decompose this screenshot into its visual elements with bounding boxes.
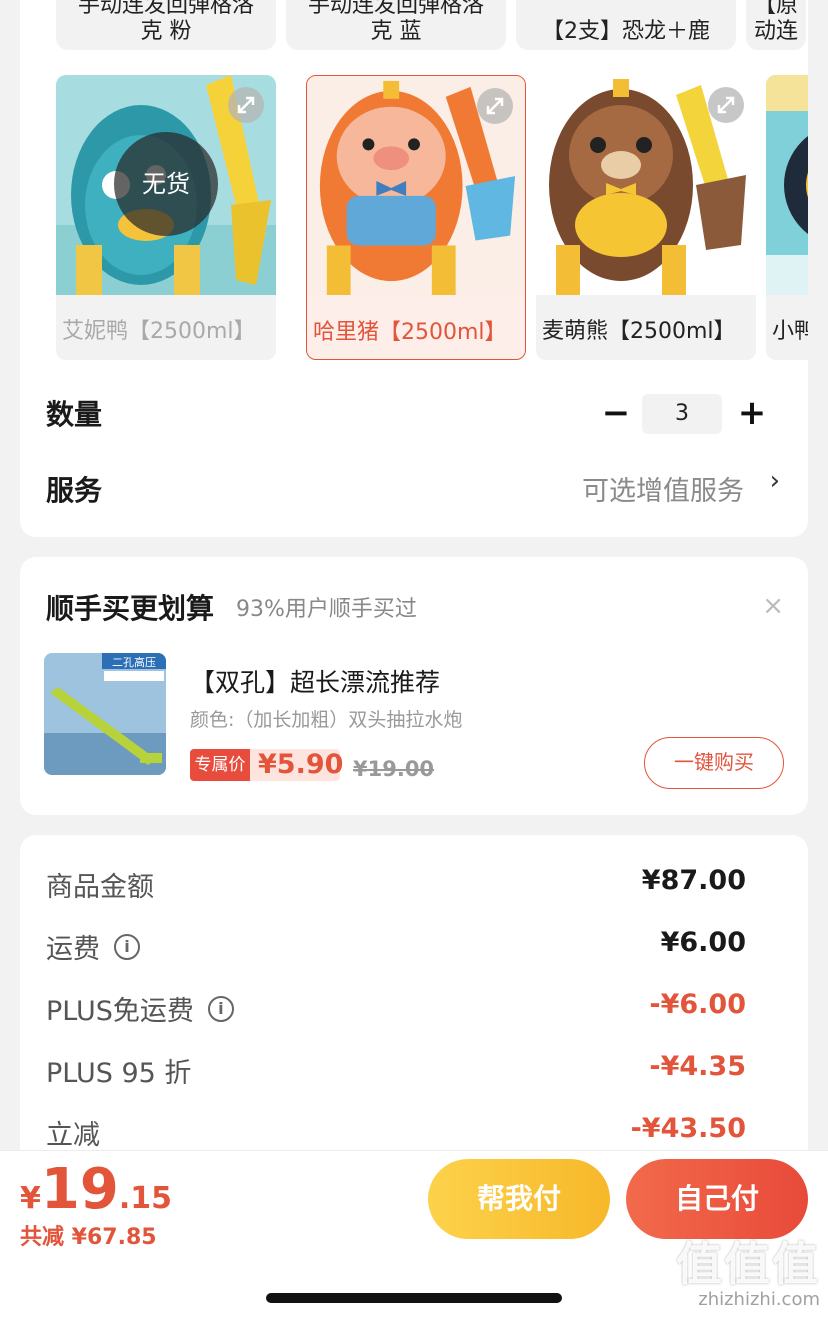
summary-row-shipping: 运费 i ¥6.00 [20,927,808,967]
summary-row-instant-off: 立减 -¥43.50 [20,1113,808,1153]
summary-label: 商品金额 [46,872,154,903]
watermark: 值值值 zhizhizhi.com [676,1238,820,1310]
expand-icon[interactable] [708,87,744,123]
summary-value: -¥4.35 [649,1051,746,1082]
top-chip-row: 手动连发回弹格洛 克 粉 手动连发回弹格洛 克 蓝 【2支】恐龙＋鹿 【原 动连 [56,0,808,50]
summary-row-plus-discount: PLUS 95 折 -¥4.35 [20,1051,808,1091]
summary-value: ¥87.00 [641,865,746,896]
chip-label-line2: 克 蓝 [370,19,422,44]
summary-row-goods: 商品金额 ¥87.00 [20,865,808,905]
help-me-pay-button[interactable]: 帮我付 [428,1159,610,1239]
variant-label: 艾妮鸭【2500ml】 [62,319,256,344]
upsell-product-name[interactable]: 【双孔】超长漂流推荐 [190,663,440,699]
chip-label-line1: 【原 [754,0,799,18]
chip-label-line2: 【2支】恐龙＋鹿 [542,19,710,44]
pay-myself-button[interactable]: 自己付 [626,1159,808,1239]
chip-label-line1: 手动连发回弹格洛 [77,0,254,18]
total-decimal: .15 [118,1181,172,1216]
chip-label-line1: 手动连发回弹格洛 [307,0,484,18]
upsell-title: 顺手买更划算 [46,592,215,625]
variant-list: 无货 艾妮鸭【2500ml】 哈里猪【2500ml】 麦萌熊【2500ml】 小… [56,75,808,360]
variant-item-little-duck[interactable]: 小鸭子 [766,75,808,360]
watermark-url: zhizhizhi.com [698,1289,820,1310]
upsell-product-variant: 颜色:（加长加粗）双头抽拉水炮 [190,709,463,731]
total-price: ¥19.15 [20,1157,172,1222]
variant-chip-pink[interactable]: 手动连发回弹格洛 克 粉 [56,0,276,50]
little-duck-backpack-image [766,75,808,295]
info-icon[interactable]: i [207,995,234,1022]
one-click-buy-button[interactable]: 一键购买 [644,737,784,789]
upsell-original-price: ¥19.00 [353,757,435,781]
upsell-product-image[interactable]: 二孔高压 [44,653,166,775]
variant-item-pig[interactable]: 哈里猪【2500ml】 [306,75,526,360]
upsell-price: ¥5.90 [258,749,344,780]
variant-label: 哈里猪【2500ml】 [313,320,507,345]
variant-label: 小鸭子 [772,319,808,344]
info-icon[interactable]: i [114,933,140,960]
expand-icon[interactable] [477,88,513,124]
summary-value: -¥6.00 [649,989,746,1020]
watermark-logo-text: 值值值 [676,1237,820,1291]
close-icon[interactable]: × [762,593,784,619]
chip-label-line2: 克 粉 [140,19,192,44]
service-label: 服务 [46,474,103,507]
variant-chip-dino-deer[interactable]: 【2支】恐龙＋鹿 [516,0,736,50]
variant-item-duck[interactable]: 无货 艾妮鸭【2500ml】 [56,75,276,360]
summary-label: 运费 i [46,927,140,966]
thumb-banner-text: 二孔高压 [112,655,156,669]
summary-label: PLUS 95 折 [46,1058,192,1089]
quantity-stepper: − 3 + [598,394,770,434]
upsell-price-box: 专属价 ¥5.90 [190,749,344,781]
variant-chip-blue[interactable]: 手动连发回弹格洛 克 蓝 [286,0,506,50]
chip-label-line2: 动连 [754,19,799,44]
currency-symbol: ¥ [20,1181,41,1216]
quantity-label: 数量 [46,398,103,431]
total-saved: 共减 ¥67.85 [20,1225,157,1250]
variant-label: 麦萌熊【2500ml】 [542,319,736,344]
variant-chip-original[interactable]: 【原 动连 [746,0,806,50]
summary-value: -¥43.50 [630,1113,746,1144]
variant-item-bear[interactable]: 麦萌熊【2500ml】 [536,75,756,360]
chevron-right-icon[interactable]: › [770,466,780,496]
summary-label: PLUS免运费 i [46,989,234,1028]
water-gun-thumbnail: 二孔高压 [44,653,166,775]
soldout-badge: 无货 [114,132,218,236]
spec-card: 手动连发回弹格洛 克 粉 手动连发回弹格洛 克 蓝 【2支】恐龙＋鹿 【原 动连 [20,0,808,537]
summary-row-plus-free-shipping: PLUS免运费 i -¥6.00 [20,989,808,1029]
summary-label: 立减 [46,1120,100,1151]
upsell-card: 顺手买更划算 93%用户顺手买过 × 二孔高压 【双孔】超长漂流推荐 颜色:（加… [20,557,808,815]
service-value-link[interactable]: 可选增值服务 [582,469,744,508]
expand-icon[interactable] [228,87,264,123]
exclusive-price-tag: 专属价 [190,749,250,781]
total-integer: 19 [40,1157,119,1222]
home-indicator[interactable] [266,1293,562,1303]
quantity-input[interactable]: 3 [642,394,722,434]
summary-value: ¥6.00 [660,927,746,958]
upsell-subtitle: 93%用户顺手买过 [236,597,417,622]
quantity-plus-button[interactable]: + [734,394,770,434]
quantity-minus-button[interactable]: − [598,394,634,434]
